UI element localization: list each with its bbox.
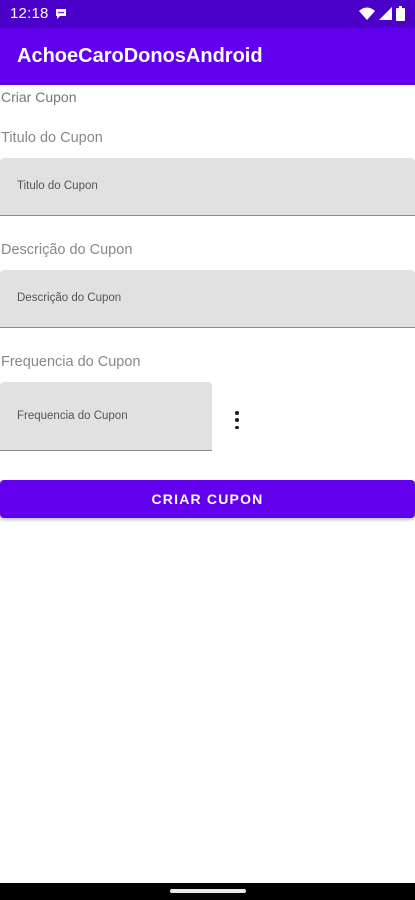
app-bar: AchoeCaroDonosAndroid xyxy=(0,28,415,85)
page-heading: Criar Cupon xyxy=(1,89,77,105)
frequencia-label: Frequencia do Cupon xyxy=(1,354,141,370)
status-time: 12:18 xyxy=(10,5,49,22)
titulo-input[interactable]: Titulo do Cupon xyxy=(0,158,415,216)
app-title: AchoeCaroDonosAndroid xyxy=(17,45,263,67)
status-bar: 12:18 xyxy=(0,0,415,28)
wifi-icon xyxy=(359,7,375,26)
frequencia-placeholder: Frequencia do Cupon xyxy=(17,410,128,422)
more-options-icon[interactable] xyxy=(231,411,243,429)
message-bubble-icon xyxy=(54,7,68,26)
home-gesture-handle[interactable] xyxy=(170,889,246,893)
navigation-bar xyxy=(0,883,415,900)
battery-icon xyxy=(396,6,405,26)
frequencia-input[interactable]: Frequencia do Cupon xyxy=(0,382,212,451)
titulo-label: Titulo do Cupon xyxy=(1,130,103,146)
signal-icon xyxy=(379,6,392,26)
descricao-input[interactable]: Descrição do Cupon xyxy=(0,270,415,328)
descricao-placeholder: Descrição do Cupon xyxy=(17,292,122,304)
titulo-placeholder: Titulo do Cupon xyxy=(17,180,98,192)
descricao-label: Descrição do Cupon xyxy=(1,242,133,258)
criar-cupon-button[interactable]: CRIAR CUPON xyxy=(0,480,415,518)
